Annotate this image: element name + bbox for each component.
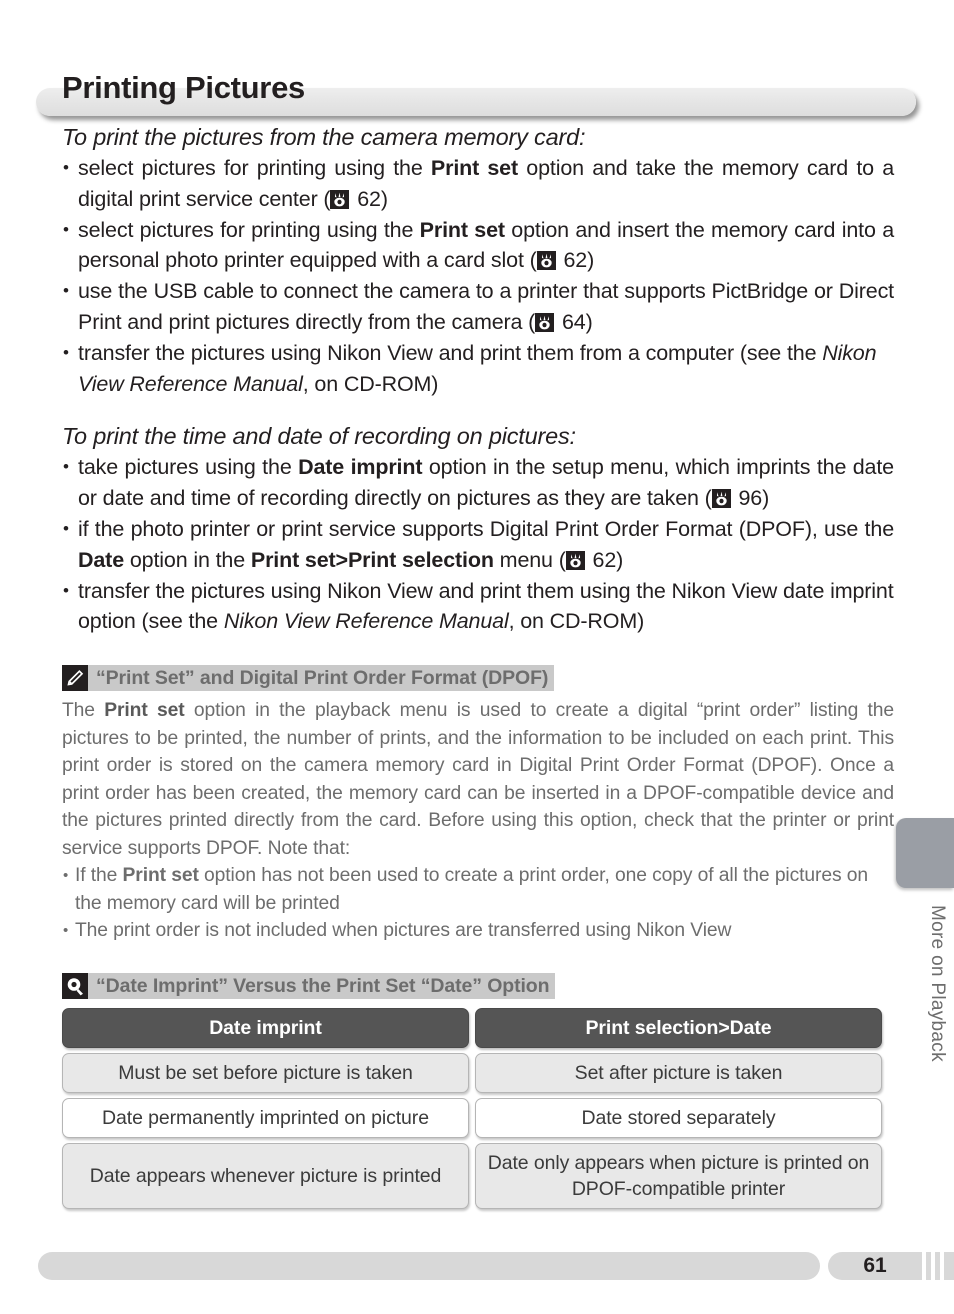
note-date-imprint-vs-date: “Date Imprint” Versus the Print Set “Dat… xyxy=(62,972,894,1209)
text-run: option in the playback menu is used to c… xyxy=(62,700,895,859)
bullet-item: select pictures for printing using the P… xyxy=(62,215,894,277)
text-run: 62) xyxy=(351,186,388,211)
section-two-bullet-list: take pictures using the Date imprint opt… xyxy=(62,452,894,637)
table-row: Must be set before picture is taken Set a… xyxy=(62,1052,882,1093)
text-run: menu ( xyxy=(493,547,566,572)
table-header-cell: Print selection>Date xyxy=(475,1007,882,1048)
table-row: Date permanently imprinted on picture Dat… xyxy=(62,1097,882,1138)
text-run: The xyxy=(62,700,105,722)
note-one-header: “Print Set” and Digital Print Order Form… xyxy=(62,665,894,692)
note-one-title: “Print Set” and Digital Print Order Form… xyxy=(88,665,555,692)
page-reference-icon xyxy=(565,550,585,570)
emphasis-bold: Print set xyxy=(104,700,185,722)
chapter-tab-label: More on Playback xyxy=(927,905,948,1062)
bullet-item: transfer the pictures using Nikon View a… xyxy=(62,338,894,400)
note-print-set-dpof: “Print Set” and Digital Print Order Form… xyxy=(62,665,894,945)
note-one-paragraph: The Print set option in the playback men… xyxy=(62,697,894,862)
page-title: Printing Pictures xyxy=(62,70,305,105)
bullet-item: transfer the pictures using Nikon View a… xyxy=(62,576,894,638)
emphasis-italic: Nikon View Reference Manual xyxy=(223,609,509,634)
text-run: transfer the pictures using Nikon View a… xyxy=(78,340,823,365)
note-bullet-item: If the Print set option has not been use… xyxy=(62,862,894,917)
text-run: 62) xyxy=(586,547,624,572)
page-number: 61 xyxy=(828,1252,922,1280)
table-cell: Must be set before picture is taken xyxy=(62,1052,469,1093)
text-run: 64) xyxy=(556,309,593,334)
text-run: take pictures using the xyxy=(78,455,299,480)
emphasis-bold: Print set xyxy=(419,217,505,242)
page-reference-icon xyxy=(535,312,555,332)
emphasis-bold: Print set xyxy=(122,865,199,887)
page-footer: 61 xyxy=(38,1252,954,1282)
pencil-icon xyxy=(62,665,88,692)
emphasis-bold: Date imprint xyxy=(298,455,423,480)
table-cell: Date stored separately xyxy=(475,1097,882,1138)
table-cell: Date only appears when picture is printe… xyxy=(475,1142,882,1209)
text-run: , on CD-ROM) xyxy=(508,609,645,634)
footer-bar xyxy=(38,1252,820,1280)
text-run: The print order is not included when pic… xyxy=(75,920,732,942)
text-run: use the USB cable to connect the camera … xyxy=(78,279,894,334)
page-reference-icon xyxy=(330,189,350,209)
table-row: Date appears whenever picture is printed… xyxy=(62,1142,882,1209)
note-one-bullet-list: If the Print set option has not been use… xyxy=(62,862,894,945)
text-run: 62) xyxy=(557,248,595,273)
bullet-item: select pictures for printing using the P… xyxy=(62,153,894,215)
footer-tick xyxy=(926,1252,931,1280)
footer-tick xyxy=(935,1252,940,1280)
table-header-row: Date imprint Print selection>Date xyxy=(62,1007,882,1048)
page-title-banner: Printing Pictures xyxy=(36,70,916,116)
text-run: If the xyxy=(75,865,123,887)
emphasis-bold: Date xyxy=(78,547,125,572)
page-reference-icon xyxy=(536,251,556,271)
bullet-item: take pictures using the Date imprint opt… xyxy=(62,452,894,514)
emphasis-bold: Print set>Print selection xyxy=(250,547,494,572)
emphasis-bold: Print set xyxy=(430,156,519,180)
section-one-heading: To print the pictures from the camera me… xyxy=(62,124,586,150)
bullet-item: if the photo printer or print service su… xyxy=(62,514,894,576)
page-reference-icon xyxy=(711,489,731,509)
table-cell: Date appears whenever picture is printed xyxy=(62,1142,469,1209)
note-two-title: “Date Imprint” Versus the Print Set “Dat… xyxy=(88,972,556,999)
table-cell: Set after picture is taken xyxy=(475,1052,882,1093)
text-run: option in the xyxy=(124,547,251,572)
chapter-tab-marker xyxy=(896,818,954,888)
table-header-cell: Date imprint xyxy=(62,1007,469,1048)
text-run: , on CD-ROM) xyxy=(302,371,439,396)
text-run: if the photo printer or print service su… xyxy=(78,516,894,541)
table-cell: Date permanently imprinted on picture xyxy=(62,1097,469,1138)
comparison-table: Date imprint Print selection>Date Must be … xyxy=(62,1007,882,1209)
section-one-bullet-list: select pictures for printing using the P… xyxy=(62,153,894,399)
note-two-header: “Date Imprint” Versus the Print Set “Dat… xyxy=(62,972,894,999)
text-run: select pictures for printing using the xyxy=(78,217,420,242)
footer-tick-marks xyxy=(926,1252,954,1280)
text-run: 96) xyxy=(732,486,770,511)
note-bullet-item: The print order is not included when pic… xyxy=(62,917,894,945)
page-content: To print the pictures from the camera me… xyxy=(62,124,894,1214)
text-run: select pictures for printing using the xyxy=(78,156,431,180)
section-two-heading: To print the time and date of recording … xyxy=(62,423,576,450)
magnifier-icon xyxy=(62,972,88,999)
footer-tick xyxy=(944,1252,954,1280)
bullet-item: use the USB cable to connect the camera … xyxy=(62,276,894,338)
